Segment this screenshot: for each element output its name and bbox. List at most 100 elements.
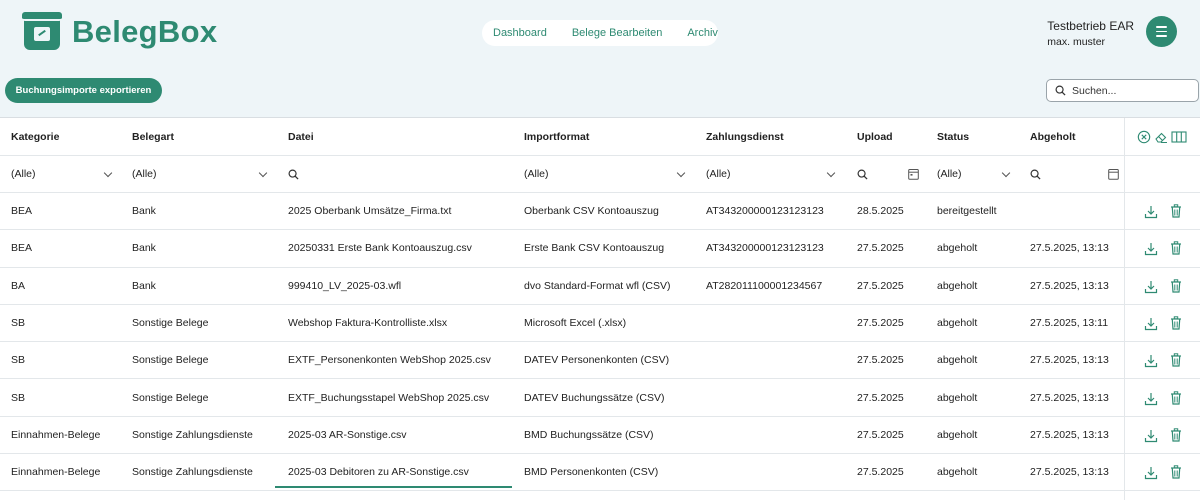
cell-importformat: BMD Buchungssätze (CSV): [524, 428, 654, 441]
table-row[interactable]: Einnahmen-Belege Sonstige Zahlungsdienste…: [0, 417, 1200, 455]
cell-importformat: Microsoft Excel (.xlsx): [524, 317, 627, 330]
cell-kategorie: SB: [11, 354, 26, 367]
filter-belegart[interactable]: (Alle): [132, 156, 268, 192]
cell-abgeholt: 27.5.2025, 13:13: [1030, 279, 1109, 292]
cell-status: bereitgestellt: [937, 205, 997, 218]
cell-kategorie: SB: [11, 317, 26, 330]
cell-datei: 20250331 Erste Bank Kontoauszug.csv: [288, 242, 472, 255]
cell-datei: 2025 Oberbank Umsätze_Firma.txt: [288, 205, 452, 218]
cell-belegart: Sonstige Belege: [132, 391, 209, 404]
cell-status: abgeholt: [937, 354, 978, 367]
column-header-datei[interactable]: Datei: [288, 118, 314, 155]
actions-column: [1124, 118, 1200, 500]
column-header-belegart[interactable]: Belegart: [132, 118, 174, 155]
cell-belegart: Sonstige Belege: [132, 354, 209, 367]
cell-kategorie: Einnahmen-Belege: [11, 428, 101, 441]
nav-item-dashboard[interactable]: Dashboard: [493, 27, 547, 39]
calendar-icon[interactable]: [1108, 168, 1119, 180]
cell-status: abgeholt: [937, 279, 978, 292]
filter-kategorie-value: (Alle): [11, 168, 36, 180]
export-bookings-button[interactable]: Buchungsimporte exportieren: [5, 78, 162, 103]
filter-status-value: (Alle): [937, 168, 962, 180]
cell-status: abgeholt: [937, 466, 978, 479]
brand-logo[interactable]: BelegBox: [22, 12, 217, 50]
search-icon: [1055, 85, 1066, 96]
cell-zahlungsdienst: AT343200000123123123: [706, 205, 824, 218]
calendar-icon[interactable]: [908, 168, 919, 180]
table-row[interactable]: BEA Bank 2025 Oberbank Umsätze_Firma.txt Ob…: [0, 193, 1200, 231]
cell-upload: 27.5.2025: [857, 317, 904, 330]
cell-datei: EXTF_Buchungsstapel WebShop 2025.csv: [288, 391, 490, 404]
table-row[interactable]: Einnahmen-Belege Sonstige Zahlungsdienste…: [0, 454, 1200, 492]
cell-status: abgeholt: [937, 428, 978, 441]
cell-datei: 2025-03 AR-Sonstige.csv: [288, 428, 407, 441]
table-row[interactable]: BA Bank 999410_LV_2025-03.wfl dvo Standard-…: [0, 268, 1200, 305]
cell-datei: Webshop Faktura-Kontrolliste.xlsx: [288, 317, 448, 330]
nav-item-belege-bearbeiten[interactable]: Belege Bearbeiten: [572, 27, 663, 39]
cell-belegart: Sonstige Belege: [132, 317, 209, 330]
column-header-status[interactable]: Status: [937, 118, 969, 155]
nav-item-archiv[interactable]: Archiv: [687, 27, 718, 39]
chevron-down-icon: [826, 168, 836, 178]
table-row[interactable]: SB Sonstige Belege EXTF_Buchungsstapel Web…: [0, 380, 1200, 417]
cell-kategorie: BEA: [11, 242, 33, 255]
user-name: max. muster: [1047, 36, 1106, 48]
cell-importformat: Erste Bank CSV Kontoauszug: [524, 242, 665, 255]
cell-importformat: dvo Standard-Format wfl (CSV): [524, 279, 671, 292]
column-header-abgeholt[interactable]: Abgeholt: [1030, 118, 1076, 155]
cell-kategorie: BEA: [11, 205, 33, 218]
cell-belegart: Bank: [132, 205, 156, 218]
cell-upload: 28.5.2025: [857, 205, 904, 218]
search-input[interactable]: [1072, 84, 1192, 97]
column-header-importformat[interactable]: Importformat: [524, 118, 589, 155]
table-filter-row: (Alle) (Alle) (Alle) (Alle) (Alle): [0, 156, 1200, 193]
table-header-row: Kategorie Belegart Datei Importformat Za…: [0, 118, 1200, 156]
cell-abgeholt: 27.5.2025, 13:13: [1030, 466, 1109, 479]
filter-zahlungsdienst-value: (Alle): [706, 168, 731, 180]
filter-status[interactable]: (Alle): [937, 156, 1011, 192]
column-header-zahlungsdienst[interactable]: Zahlungsdienst: [706, 118, 784, 155]
cell-upload: 27.5.2025: [857, 279, 904, 292]
table-row[interactable]: BEA Bank 20250331 Erste Bank Kontoauszug.c…: [0, 230, 1200, 268]
chevron-down-icon: [1001, 168, 1011, 178]
cell-datei: 999410_LV_2025-03.wfl: [288, 279, 402, 292]
app-header: BelegBox Dashboard Belege Bearbeiten Arc…: [0, 0, 1200, 70]
chevron-down-icon: [103, 168, 113, 178]
cell-belegart: Sonstige Zahlungsdienste: [132, 428, 253, 441]
cell-status: abgeholt: [937, 391, 978, 404]
search-icon[interactable]: [857, 169, 868, 180]
column-header-upload[interactable]: Upload: [857, 118, 893, 155]
cell-upload: 27.5.2025: [857, 428, 904, 441]
search-icon[interactable]: [288, 169, 299, 180]
cell-kategorie: SB: [11, 391, 26, 404]
main-nav: Dashboard Belege Bearbeiten Archiv: [482, 20, 718, 46]
filter-importformat[interactable]: (Alle): [524, 156, 686, 192]
search-box: [1046, 79, 1199, 102]
cell-belegart: Sonstige Zahlungsdienste: [132, 466, 253, 479]
column-header-kategorie[interactable]: Kategorie: [11, 118, 59, 155]
cell-abgeholt: 27.5.2025, 13:13: [1030, 242, 1109, 255]
uploads-table: Kategorie Belegart Datei Importformat Za…: [0, 117, 1200, 500]
company-name: Testbetrieb EAR: [1047, 19, 1134, 33]
search-icon[interactable]: [1030, 169, 1041, 180]
cell-datei: EXTF_Personenkonten WebShop 2025.csv: [288, 354, 491, 367]
cell-kategorie: Einnahmen-Belege: [11, 466, 101, 479]
cell-kategorie: BA: [11, 279, 26, 292]
cell-belegart: Bank: [132, 242, 156, 255]
menu-button[interactable]: [1146, 16, 1177, 47]
filter-zahlungsdienst[interactable]: (Alle): [706, 156, 836, 192]
cell-belegart: Bank: [132, 279, 156, 292]
filter-kategorie[interactable]: (Alle): [11, 156, 115, 192]
cell-importformat: BMD Personenkonten (CSV): [524, 466, 659, 479]
filter-importformat-value: (Alle): [524, 168, 549, 180]
cell-zahlungsdienst: AT343200000123123123: [706, 242, 824, 255]
cell-upload: 27.5.2025: [857, 466, 904, 479]
cell-zahlungsdienst: AT282011100001234567: [706, 279, 823, 292]
chevron-down-icon: [258, 168, 268, 178]
cell-importformat: Oberbank CSV Kontoauszug: [524, 205, 659, 218]
table-row[interactable]: SB Sonstige Belege EXTF_Personenkonten Web…: [0, 342, 1200, 380]
belegbox-logo-icon: [22, 12, 62, 50]
cell-upload: 27.5.2025: [857, 242, 904, 255]
table-row[interactable]: SB Sonstige Belege Webshop Faktura-Kontrol…: [0, 305, 1200, 343]
cell-abgeholt: 27.5.2025, 13:13: [1030, 428, 1109, 441]
